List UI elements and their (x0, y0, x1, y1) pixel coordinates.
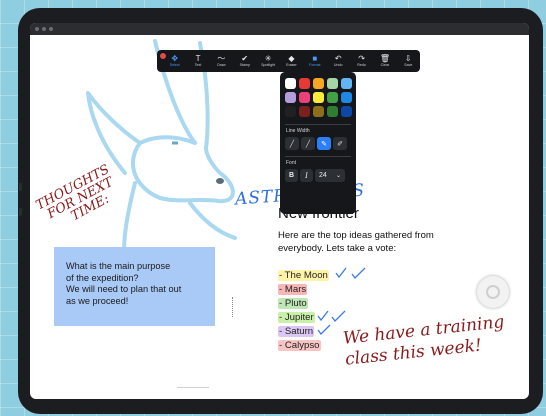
floating-action-button[interactable] (477, 276, 509, 308)
tool-format-button[interactable]: ■ Format (303, 50, 326, 72)
panel-divider (285, 156, 351, 157)
planet-label: - The Moon (278, 270, 329, 281)
line-width-label: Line Width (286, 128, 310, 134)
tool-label: Spotlight (261, 63, 276, 67)
tool-label: Stamp (239, 63, 250, 67)
tablet-side-button (19, 208, 22, 216)
tool-label: Select (169, 63, 180, 67)
line-width-options: ╱ ╱ ✎ ✐ (285, 137, 347, 150)
annotation-toolbar: ✥ Select T Text 〜 Draw ✔ Stamp ✳ Spotlight ◆ Eraser… (157, 50, 420, 72)
color-swatch[interactable] (327, 78, 338, 89)
color-swatch[interactable] (327, 106, 338, 117)
note-line: We will need to plan that out (66, 284, 182, 294)
panel-divider (285, 124, 351, 125)
planet-label: - Calypso (278, 340, 321, 351)
tool-label: Save (404, 63, 413, 67)
color-swatch[interactable] (299, 106, 310, 117)
tool-undo-button[interactable]: ↶ Undo (327, 50, 350, 72)
color-swatch[interactable] (341, 92, 352, 103)
save-icon: ⇩ (404, 54, 412, 63)
note-line: as we proceed! (66, 295, 129, 306)
list-item[interactable]: - Saturn (278, 324, 331, 339)
color-swatch[interactable] (341, 106, 352, 117)
color-swatch[interactable] (299, 78, 310, 89)
tool-select-button[interactable]: ✥ Select (163, 50, 186, 72)
color-swatch[interactable] (313, 106, 324, 117)
list-item[interactable]: - Pluto (278, 297, 329, 311)
planet-label: - Saturn (278, 326, 315, 337)
font-size-value: 24 (319, 172, 327, 179)
vote-checkmarks (317, 324, 331, 335)
font-label: Font (286, 160, 297, 166)
sticky-note[interactable]: What is the main purpose of the expediti… (54, 247, 215, 326)
tool-stamp-button[interactable]: ✔ Stamp (233, 50, 256, 72)
bold-button[interactable]: B (285, 169, 298, 182)
close-icon[interactable] (160, 53, 166, 59)
canvas-guide-line (177, 387, 209, 388)
tool-label: Draw (217, 63, 226, 67)
undo-icon: ↶ (334, 54, 342, 63)
format-panel: Line Width ╱ ╱ ✎ ✐ Font B I 24 ⌄ (280, 72, 356, 214)
clear-icon: 🗑 (379, 54, 390, 63)
chevron-down-icon: ⌄ (335, 173, 341, 179)
line-width-medium[interactable]: ╱ (301, 137, 315, 150)
whiteboard-screen[interactable]: THOUGHTS FOR NEXT TIME: ASTRO DOGS We ha… (30, 23, 529, 399)
eraser-icon: ◆ (288, 54, 295, 63)
select-icon: ✥ (171, 54, 179, 63)
list-item[interactable]: - Calypso (278, 339, 329, 353)
vote-checkmarks (335, 267, 366, 279)
dog-nose (216, 178, 224, 184)
tool-eraser-button[interactable]: ◆ Eraser (280, 50, 303, 72)
tool-label: Undo (333, 63, 343, 67)
color-swatch[interactable] (285, 78, 296, 89)
color-swatch[interactable] (341, 78, 352, 89)
planet-label: - Jupiter (278, 312, 315, 323)
tool-label: Clear (380, 63, 390, 67)
tool-label: Redo (357, 63, 366, 67)
line-width-pen[interactable]: ✎ (317, 137, 331, 150)
list-item[interactable]: - Mars (278, 283, 329, 297)
list-item[interactable]: - Jupiter (278, 310, 346, 325)
color-swatch[interactable] (313, 92, 324, 103)
color-swatch[interactable] (313, 78, 324, 89)
line-width-marker[interactable]: ✐ (333, 137, 347, 150)
draw-icon: 〜 (217, 54, 226, 63)
note-line: What is the main purpose (66, 261, 171, 271)
tool-redo-button[interactable]: ↷ Redo (350, 50, 373, 72)
text-icon: T (195, 54, 201, 63)
color-swatch[interactable] (285, 92, 296, 103)
tool-label: Eraser (286, 63, 297, 67)
tool-label: Text (194, 63, 202, 67)
spotlight-icon: ✳ (264, 54, 272, 63)
tool-label: Format (309, 63, 321, 67)
planet-label: - Mars (278, 284, 308, 295)
tool-save-button[interactable]: ⇩ Save (397, 50, 420, 72)
board-intro[interactable]: Here are the top ideas gathered from eve… (278, 230, 478, 255)
tool-draw-button[interactable]: 〜 Draw (210, 50, 233, 72)
color-swatches (285, 78, 353, 117)
divider-dots (232, 297, 234, 317)
planet-list: - The Moon - Mars - Pluto - Jupiter - Sa… (278, 267, 366, 353)
font-size-select[interactable]: 24 ⌄ (315, 169, 345, 182)
vote-checkmarks (317, 310, 346, 322)
color-swatch[interactable] (285, 106, 296, 117)
color-swatch[interactable] (299, 92, 310, 103)
tool-spotlight-button[interactable]: ✳ Spotlight (256, 50, 279, 72)
list-item[interactable]: - The Moon (278, 267, 366, 283)
italic-button[interactable]: I (300, 169, 313, 182)
planet-label: - Pluto (278, 298, 308, 309)
format-icon: ■ (312, 54, 318, 63)
note-line: of the expedition? (66, 272, 139, 283)
font-options: B I 24 ⌄ (285, 169, 345, 182)
tool-clear-button[interactable]: 🗑 Clear (373, 50, 396, 72)
redo-icon: ↷ (358, 54, 365, 63)
line-width-thin[interactable]: ╱ (285, 137, 299, 150)
tablet-side-button (19, 183, 22, 191)
color-swatch[interactable] (327, 92, 338, 103)
stamp-icon: ✔ (241, 54, 249, 63)
tool-text-button[interactable]: T Text (186, 50, 209, 72)
